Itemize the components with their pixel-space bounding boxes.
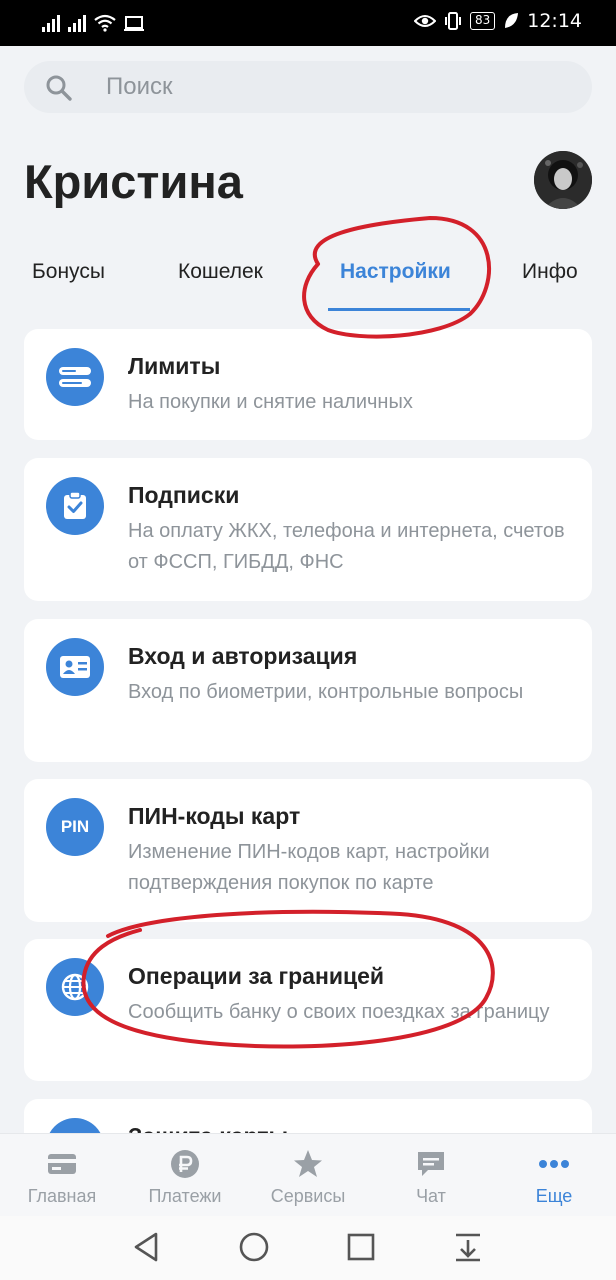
eye-icon [413, 15, 436, 27]
bottom-navigation: Главная Платежи Сервисы Чат Еще [0, 1133, 616, 1216]
nav-home[interactable]: Главная [7, 1148, 117, 1207]
tab-bonuses[interactable]: Бонусы [32, 260, 105, 284]
avatar[interactable] [534, 151, 592, 209]
card-title: Защита карты [128, 1123, 288, 1133]
globe-icon [46, 958, 104, 1016]
signal-icon [42, 12, 60, 32]
star-icon [253, 1148, 363, 1180]
battery-indicator: 83 [469, 12, 496, 30]
app-content: Поиск Кристина Бонусы Кошелек Настройки … [0, 46, 616, 1133]
search-placeholder: Поиск [106, 73, 173, 100]
shield-icon [46, 1118, 104, 1133]
clock: 12:14 [527, 10, 582, 32]
signal-icon-2 [68, 12, 86, 32]
tab-info[interactable]: Инфо [522, 260, 578, 284]
leaf-icon [505, 13, 519, 28]
nav-label: Еще [535, 1186, 573, 1206]
nav-label: Главная [27, 1186, 97, 1206]
active-tab-indicator [328, 308, 470, 311]
screencast-icon [124, 16, 144, 31]
settings-card-login[interactable]: Вход и авторизация Вход по биометрии, ко… [24, 619, 592, 762]
more-dots-icon [499, 1148, 609, 1180]
id-card-icon [46, 638, 104, 696]
card-title: Вход и авторизация [128, 643, 358, 669]
system-navigation [0, 1216, 616, 1280]
ruble-icon [130, 1148, 240, 1180]
card-subtitle: На покупки и снятие наличных [128, 391, 413, 413]
limits-icon [46, 348, 104, 406]
card-subtitle: Сообщить банку о своих поездках за грани… [128, 1001, 550, 1023]
home-icon[interactable] [237, 1230, 271, 1264]
settings-card-pin[interactable]: PIN ПИН-коды карт Изменение ПИН-кодов ка… [24, 779, 592, 922]
settings-card-subscriptions[interactable]: Подписки На оплату ЖКХ, телефона и интер… [24, 458, 592, 601]
card-subtitle: Изменение ПИН-кодов карт, настройки подт… [128, 841, 490, 894]
pin-icon-text: PIN [60, 817, 90, 836]
avatar-photo [534, 151, 592, 209]
clipboard-check-icon [46, 477, 104, 535]
tab-settings[interactable]: Настройки [340, 260, 451, 284]
pin-icon: PIN [46, 798, 104, 856]
vibrate-icon [444, 12, 461, 30]
search-icon [46, 75, 72, 101]
back-icon[interactable] [130, 1230, 164, 1264]
nav-chat[interactable]: Чат [376, 1148, 486, 1207]
nav-payments[interactable]: Платежи [130, 1148, 240, 1207]
status-bar: 83 12:14 [0, 0, 616, 46]
nav-label: Платежи [148, 1186, 222, 1206]
wifi-icon [94, 14, 116, 32]
settings-card-limits[interactable]: Лимиты На покупки и снятие наличных [24, 329, 592, 440]
settings-card-abroad[interactable]: Операции за границей Сообщить банку о св… [24, 939, 592, 1081]
card-subtitle: На оплату ЖКХ, телефона и интернета, сче… [128, 520, 565, 573]
recents-icon[interactable] [344, 1230, 378, 1264]
page-title: Кристина [24, 155, 243, 208]
search-bar[interactable]: Поиск [24, 61, 592, 113]
nav-more[interactable]: Еще [499, 1148, 609, 1207]
card-subtitle: Вход по биометрии, контрольные вопросы [128, 681, 524, 703]
card-title: Операции за границей [128, 963, 385, 989]
chat-icon [376, 1148, 486, 1180]
card-icon [7, 1148, 117, 1180]
nav-label: Чат [416, 1186, 446, 1206]
settings-card-protection[interactable]: Защита карты [24, 1099, 592, 1133]
nav-label: Сервисы [270, 1186, 346, 1206]
notification-pull-icon[interactable] [451, 1230, 485, 1264]
card-title: Лимиты [128, 353, 221, 379]
card-title: ПИН-коды карт [128, 803, 301, 829]
tab-wallet[interactable]: Кошелек [178, 260, 263, 284]
nav-services[interactable]: Сервисы [253, 1148, 363, 1207]
card-title: Подписки [128, 482, 240, 508]
